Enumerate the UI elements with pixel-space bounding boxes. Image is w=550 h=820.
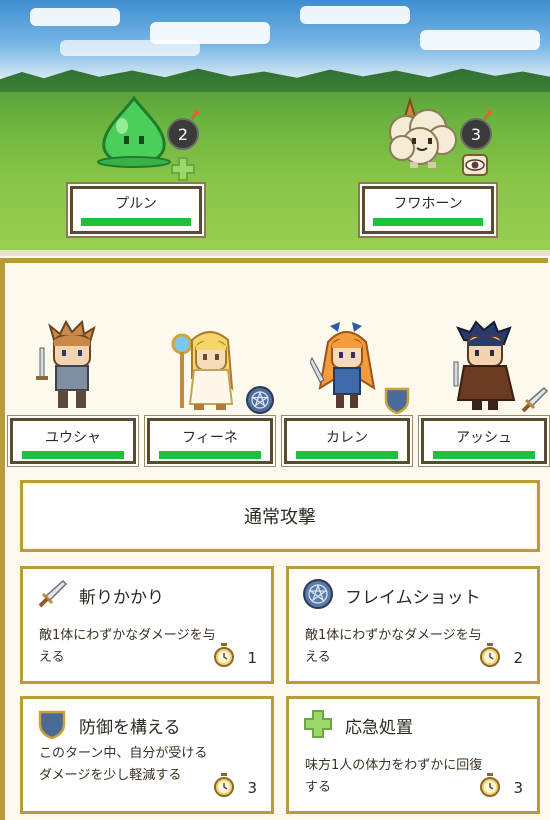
sword-icon [38, 579, 67, 608]
normal-attack-label: 通常攻撃 [244, 507, 316, 528]
enemy-fluffhorn-sprite[interactable] [384, 96, 464, 172]
field-divider [0, 250, 550, 256]
eye-icon [462, 154, 488, 176]
stopwatch-icon [480, 773, 500, 797]
hero-karen-sprite[interactable] [310, 318, 382, 414]
party-member-yuusha[interactable]: ユウシャ [10, 418, 136, 464]
cloud [300, 6, 410, 24]
stopwatch-icon [214, 643, 234, 667]
enemy-name: プルン [115, 196, 157, 212]
skill-title: 応急処置 [345, 718, 413, 738]
sword-icon [521, 386, 548, 413]
skill-title: フレイムショット [345, 588, 481, 608]
skill-title: 斬りかかり [79, 588, 164, 608]
party-member-name: フィーネ [182, 430, 238, 446]
party-member-karen[interactable]: カレン [284, 418, 410, 464]
normal-attack-button[interactable]: 通常攻撃 [20, 480, 540, 552]
skill-description: 敵1体にわずかなダメージを与える [305, 628, 482, 665]
hero-yuusha-sprite[interactable] [36, 318, 108, 414]
party-hp-bar [22, 451, 124, 459]
hero-ash-sprite[interactable] [448, 318, 520, 414]
skill-cost: 2 [513, 649, 523, 667]
stopwatch-icon [214, 773, 234, 797]
party-member-name: アッシュ [456, 430, 512, 446]
cloud [60, 40, 200, 56]
cloud [30, 8, 120, 26]
party-member-name: カレン [326, 430, 368, 446]
skill-description: 敵1体にわずかなダメージを与える [39, 628, 216, 665]
pentagram-icon [303, 579, 333, 609]
enemy-count-badge: 3 [460, 110, 492, 150]
skill-first-aid-button[interactable]: 応急処置 味方1人の体力をわずかに回復する 3 [286, 696, 540, 814]
enemy-count-badge: 2 [167, 110, 199, 150]
party-member-ash[interactable]: アッシュ [421, 418, 547, 464]
skill-description: 味方1人の体力をわずかに回復する [305, 758, 483, 795]
enemy-nameplate[interactable]: フワホーン [362, 186, 494, 234]
skill-flame-shot-button[interactable]: フレイムショット 敵1体にわずかなダメージを与える 2 [286, 566, 540, 684]
pentagram-icon [246, 386, 274, 414]
heal-cross-icon [304, 710, 332, 738]
enemy-slime-sprite[interactable] [96, 96, 172, 168]
party-member-name: ユウシャ [45, 430, 101, 446]
enemy-name: フワホーン [393, 196, 463, 212]
skill-title: 防御を構える [79, 718, 181, 738]
hero-fine-sprite[interactable] [170, 318, 242, 414]
skill-description: このターン中、自分が受けるダメージを少し軽減する [39, 746, 208, 783]
skill-cost: 3 [247, 779, 257, 797]
party-member-fine[interactable]: フィーネ [147, 418, 273, 464]
heal-cross-icon [171, 157, 195, 181]
shield-icon [38, 710, 66, 739]
stopwatch-icon [480, 643, 500, 667]
party-hp-bar [296, 451, 398, 459]
skill-slash-button[interactable]: 斬りかかり 敵1体にわずかなダメージを与える 1 [20, 566, 274, 684]
skill-cost: 1 [247, 649, 257, 667]
enemy-nameplate[interactable]: プルン [70, 186, 202, 234]
shield-icon [384, 387, 410, 414]
skill-guard-button[interactable]: 防御を構える このターン中、自分が受けるダメージを少し軽減する 3 [20, 696, 274, 814]
enemy-hp-bar [373, 218, 483, 226]
skill-cost: 3 [513, 779, 523, 797]
party-hp-bar [159, 451, 261, 459]
party-hp-bar [433, 451, 535, 459]
cloud [420, 30, 540, 50]
enemy-hp-bar [81, 218, 191, 226]
